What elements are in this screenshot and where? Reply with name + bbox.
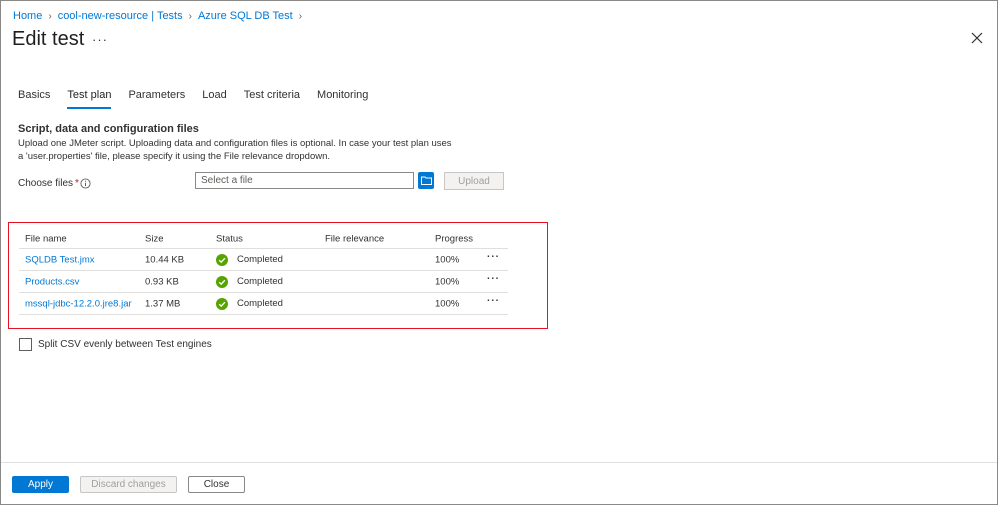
file-size: 10.44 KB [145,254,185,265]
file-status: Completed [216,275,283,288]
table-row: Products.csv 0.93 KB Completed 100% ··· [19,271,508,293]
file-select-input[interactable]: Select a file [195,172,414,189]
row-more-icon[interactable]: ··· [487,274,500,285]
folder-icon [420,176,432,185]
chevron-right-icon: › [48,10,52,22]
split-csv-checkbox[interactable] [19,338,32,351]
browse-button[interactable] [418,172,434,189]
tab-monitoring[interactable]: Monitoring [317,89,368,107]
choose-files-label: Choose files * [18,178,79,189]
breadcrumb-tests[interactable]: cool-new-resource | Tests [58,10,183,22]
file-status: Completed [216,297,283,310]
file-progress: 100% [435,298,460,309]
file-name-link[interactable]: mssql-jdbc-12.2.0.jre8.jar [25,298,132,309]
info-icon[interactable] [80,178,91,189]
file-name-link[interactable]: SQLDB Test.jmx [25,254,95,265]
file-size: 0.93 KB [145,276,179,287]
header-status: Status [216,233,243,244]
header-progress: Progress [435,233,474,244]
close-icon[interactable] [970,31,984,45]
chevron-right-icon: › [188,10,192,22]
upload-button[interactable]: Upload [444,172,504,190]
file-progress: 100% [435,276,460,287]
success-check-icon [216,297,228,310]
row-more-icon[interactable]: ··· [487,252,500,263]
breadcrumb-test[interactable]: Azure SQL DB Test [198,10,293,22]
tab-list: Basics Test plan Parameters Load Test cr… [18,89,385,109]
tab-test-plan[interactable]: Test plan [67,89,112,109]
tab-test-criteria[interactable]: Test criteria [244,89,300,107]
tab-parameters[interactable]: Parameters [128,89,185,107]
header-file-relevance: File relevance [325,233,385,244]
status-text: Completed [237,276,283,287]
required-marker: * [75,178,79,189]
split-csv-label[interactable]: Split CSV evenly between Test engines [38,339,212,350]
status-text: Completed [237,298,283,309]
success-check-icon [216,275,228,288]
table-row: SQLDB Test.jmx 10.44 KB Completed 100% ·… [19,249,508,271]
close-button[interactable]: Close [188,476,245,493]
breadcrumb: Home › cool-new-resource | Tests › Azure… [13,10,308,22]
file-status: Completed [216,253,283,266]
files-table: File name Size Status File relevance Pro… [19,229,508,315]
file-name-link[interactable]: Products.csv [25,276,79,287]
breadcrumb-home[interactable]: Home [13,10,42,22]
tab-basics[interactable]: Basics [18,89,50,107]
chevron-right-icon: › [298,10,303,22]
more-options-icon[interactable]: ··· [92,32,108,47]
file-size: 1.37 MB [145,298,181,309]
footer-divider [1,462,997,463]
table-header: File name Size Status File relevance Pro… [19,229,508,249]
choose-files-text: Choose files [18,178,74,189]
file-progress: 100% [435,254,460,265]
page-title: Edit test [12,28,85,50]
section-title: Script, data and configuration files [18,123,199,135]
header-file-name: File name [25,233,67,244]
apply-button[interactable]: Apply [12,476,69,493]
success-check-icon [216,253,228,266]
table-row: mssql-jdbc-12.2.0.jre8.jar 1.37 MB Compl… [19,293,508,315]
row-more-icon[interactable]: ··· [487,296,500,307]
discard-changes-button[interactable]: Discard changes [80,476,177,493]
section-description: Upload one JMeter script. Uploading data… [18,138,452,162]
header-size: Size [145,233,164,244]
tab-load[interactable]: Load [202,89,226,107]
status-text: Completed [237,254,283,265]
